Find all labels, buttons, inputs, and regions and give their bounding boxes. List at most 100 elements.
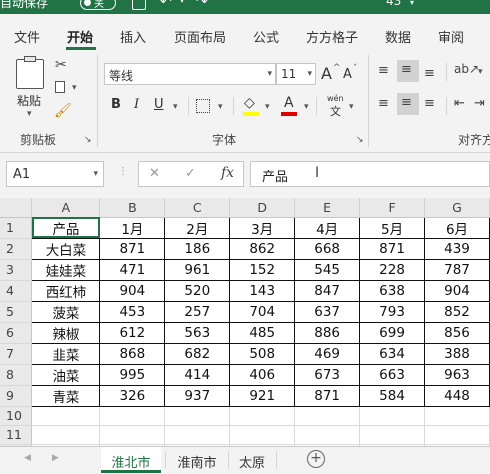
scroll-right-icon[interactable]: ▶: [52, 453, 59, 463]
cell[interactable]: 439: [424, 238, 490, 260]
cell[interactable]: [229, 425, 296, 445]
row-header[interactable]: 2: [0, 238, 33, 260]
cell[interactable]: 961: [164, 259, 231, 281]
cell[interactable]: 186: [164, 238, 231, 260]
phonetic-dropdown-icon[interactable]: ▾: [349, 102, 354, 112]
cell[interactable]: 937: [164, 385, 231, 407]
cell[interactable]: 862: [229, 238, 296, 260]
enter-button[interactable]: ✓: [185, 166, 196, 181]
cell[interactable]: 257: [164, 301, 231, 323]
cell[interactable]: [31, 406, 101, 426]
cell[interactable]: 904: [99, 280, 166, 302]
cell[interactable]: 5月: [359, 216, 426, 239]
italic-button[interactable]: I: [134, 97, 139, 112]
undo-icon[interactable]: ↶: [160, 0, 172, 10]
cell[interactable]: 921: [229, 385, 296, 407]
row-header[interactable]: 8: [0, 364, 33, 386]
row-header[interactable]: 4: [0, 280, 33, 302]
cell[interactable]: 油菜: [31, 364, 101, 386]
cell[interactable]: 563: [164, 322, 231, 344]
font-color-dropdown-icon[interactable]: ▾: [304, 102, 309, 112]
formula-input[interactable]: 产品 I: [250, 161, 490, 187]
cell[interactable]: 152: [229, 259, 296, 281]
border-icon[interactable]: [196, 99, 210, 113]
cell[interactable]: 471: [99, 259, 166, 281]
tab-data[interactable]: 数据: [385, 27, 411, 46]
cell[interactable]: [164, 425, 231, 445]
font-color-button[interactable]: A: [284, 95, 294, 111]
border-dropdown-icon[interactable]: ▾: [218, 102, 223, 112]
cell[interactable]: 469: [294, 343, 361, 365]
cell[interactable]: 448: [424, 385, 490, 407]
cell[interactable]: [424, 425, 490, 445]
cell[interactable]: 508: [229, 343, 296, 365]
copy-dropdown-icon[interactable]: ▾: [72, 83, 77, 93]
cell[interactable]: 2月: [164, 216, 231, 239]
cell[interactable]: 406: [229, 364, 296, 386]
cell[interactable]: [359, 425, 426, 445]
cell[interactable]: 612: [99, 322, 166, 344]
cell[interactable]: 产品: [31, 216, 101, 239]
cancel-button[interactable]: ✕: [149, 166, 160, 181]
clipboard-launcher-icon[interactable]: ↘: [84, 135, 92, 145]
paste-label[interactable]: 粘贴: [17, 92, 41, 109]
cell[interactable]: 871: [359, 238, 426, 260]
sheet-tab-huaibei[interactable]: 淮北市: [101, 447, 161, 473]
cell[interactable]: 584: [359, 385, 426, 407]
copy-icon[interactable]: [55, 81, 65, 93]
cell[interactable]: 638: [359, 280, 426, 302]
cell[interactable]: 634: [359, 343, 426, 365]
cell[interactable]: 668: [294, 238, 361, 260]
cell[interactable]: 963: [424, 364, 490, 386]
save-icon[interactable]: [132, 0, 146, 10]
cell[interactable]: 4月: [294, 216, 361, 239]
cell[interactable]: 704: [229, 301, 296, 323]
cell[interactable]: 868: [99, 343, 166, 365]
align-bottom-icon[interactable]: ≡: [424, 66, 435, 81]
cell[interactable]: 793: [359, 301, 426, 323]
undo-dropdown-icon[interactable]: ▾: [180, 0, 184, 5]
cell[interactable]: 485: [229, 322, 296, 344]
phonetic-pinyin[interactable]: wén: [327, 94, 344, 103]
cell[interactable]: 143: [229, 280, 296, 302]
underline-dropdown-icon[interactable]: ▾: [173, 102, 178, 112]
row-header[interactable]: 1: [0, 217, 33, 239]
align-middle-button[interactable]: ≡: [397, 60, 419, 82]
column-header[interactable]: G: [424, 198, 490, 218]
sheet-tab-taiyuan[interactable]: 太原: [230, 447, 274, 473]
cell[interactable]: 856: [424, 322, 490, 344]
row-header[interactable]: 3: [0, 259, 33, 281]
align-right-icon[interactable]: ≡: [424, 96, 435, 111]
column-header[interactable]: C: [164, 198, 231, 218]
cell[interactable]: [229, 406, 296, 426]
autosave-toggle[interactable]: 关: [80, 0, 116, 10]
cell[interactable]: 663: [359, 364, 426, 386]
cell[interactable]: 326: [99, 385, 166, 407]
increase-indent-icon[interactable]: ⇥: [474, 96, 485, 111]
cell[interactable]: [31, 425, 101, 445]
column-header[interactable]: E: [294, 198, 361, 218]
cell[interactable]: 菠菜: [31, 301, 101, 323]
column-header[interactable]: F: [359, 198, 426, 218]
cell[interactable]: 886: [294, 322, 361, 344]
row-header[interactable]: 7: [0, 343, 33, 365]
row-header[interactable]: 9: [0, 385, 33, 407]
tab-home[interactable]: 开始: [67, 27, 93, 46]
format-painter-icon[interactable]: 🖌: [54, 103, 72, 119]
cut-icon[interactable]: ✂: [55, 57, 67, 73]
cell[interactable]: 辣椒: [31, 322, 101, 344]
font-launcher-icon[interactable]: ↘: [356, 135, 364, 145]
name-box[interactable]: A1 ▾: [6, 161, 104, 187]
cell[interactable]: 388: [424, 343, 490, 365]
cell[interactable]: 520: [164, 280, 231, 302]
align-top-icon[interactable]: ≡: [378, 63, 389, 78]
tab-file[interactable]: 文件: [14, 27, 40, 46]
cell[interactable]: 青菜: [31, 385, 101, 407]
align-left-icon[interactable]: ≡: [378, 96, 389, 111]
cell[interactable]: 995: [99, 364, 166, 386]
cell[interactable]: 1月: [99, 216, 166, 239]
align-center-button[interactable]: ≡: [397, 93, 419, 115]
decrease-indent-icon[interactable]: ⇤: [454, 96, 465, 111]
worksheet-grid[interactable]: A B C D E F G 1 产品 1月 2月 3月 4月 5月 6月 2 大白菜 871 186 8…: [0, 198, 490, 446]
fill-color-icon[interactable]: ◇: [244, 95, 255, 111]
